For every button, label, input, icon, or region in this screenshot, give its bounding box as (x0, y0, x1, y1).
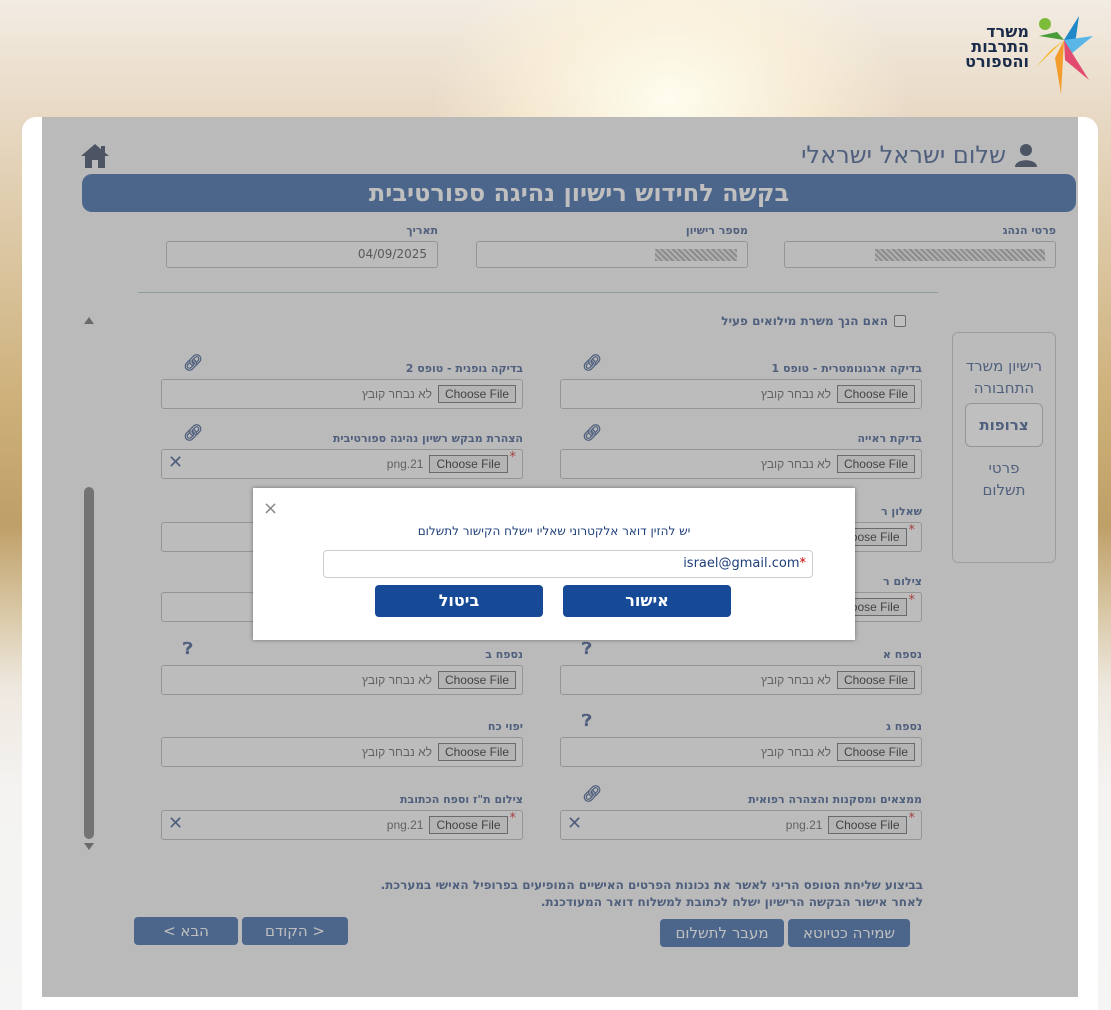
star-logo-icon (1035, 16, 1093, 94)
email-value: israel@gmail.com (683, 556, 800, 571)
cancel-button[interactable]: ביטול (375, 585, 543, 617)
required-asterisk: * (799, 556, 807, 571)
close-icon[interactable]: × (263, 498, 278, 519)
email-input[interactable]: *israel@gmail.com (323, 550, 813, 578)
email-modal: × יש להזין דואר אלקטרוני שאליו יישלח הקי… (253, 488, 855, 640)
ministry-logo: משרד התרבות והספורט (957, 10, 1097, 100)
confirm-button[interactable]: אישור (563, 585, 731, 617)
modal-message: יש להזין דואר אלקטרוני שאליו יישלח הקישו… (417, 524, 691, 538)
logo-line-3: והספורט (965, 52, 1029, 71)
